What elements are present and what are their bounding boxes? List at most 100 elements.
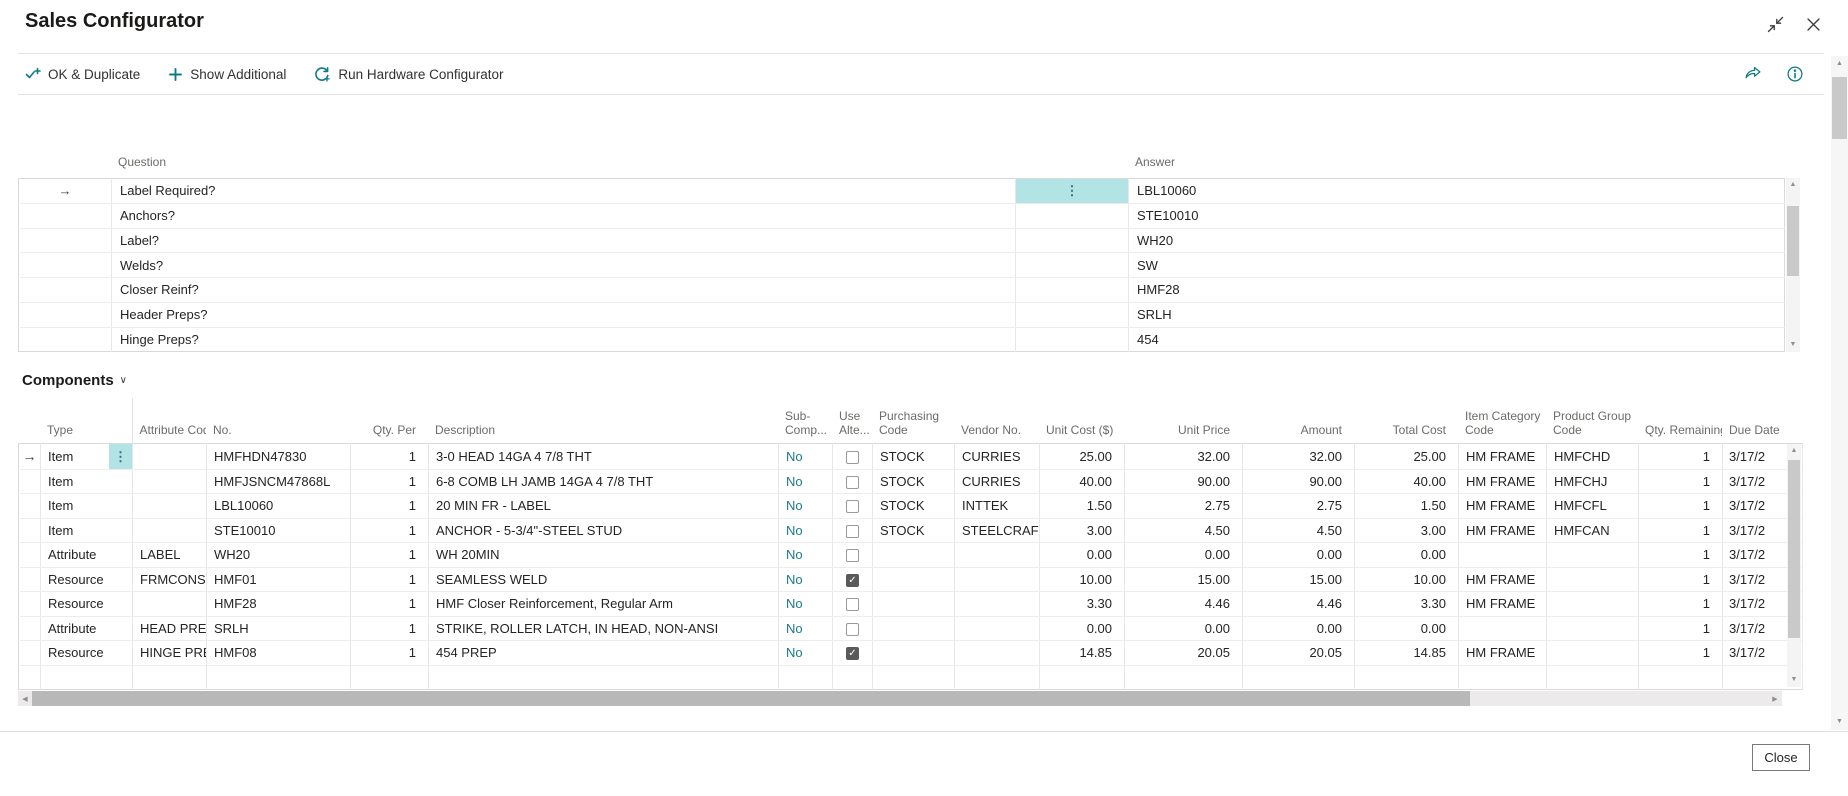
description-cell[interactable]: SEAMLESS WELD	[429, 567, 779, 592]
qty-per-cell[interactable]: 1	[351, 641, 429, 666]
unit-cost-cell[interactable]: 10.00	[1040, 567, 1125, 592]
row-menu-cell[interactable]	[1016, 228, 1129, 253]
question-cell[interactable]: Label?	[112, 228, 1016, 253]
vendor-no-cell[interactable]: INTTEK	[955, 494, 1040, 519]
scroll-up-icon[interactable]: ▲	[1786, 178, 1800, 192]
question-column-header[interactable]: Question	[118, 155, 166, 169]
page-scrollbar[interactable]: ▲ ▼	[1831, 56, 1848, 730]
unit-cost-cell[interactable]: 14.85	[1040, 641, 1125, 666]
row-selector-cell[interactable]	[19, 543, 41, 568]
close-icon[interactable]	[1804, 15, 1822, 33]
row-selector-cell[interactable]	[19, 203, 112, 228]
sub-components-cell[interactable]: No	[779, 469, 833, 494]
col-header-description[interactable]: Description	[428, 398, 778, 443]
purchasing-code-cell[interactable]	[873, 616, 955, 641]
col-header-vendor-no[interactable]: Vendor No.	[954, 398, 1039, 443]
sub-components-cell[interactable]: No	[779, 616, 833, 641]
type-cell[interactable]: Item⋮	[41, 444, 133, 470]
type-cell[interactable]: Resource	[41, 567, 133, 592]
total-cost-cell[interactable]: 0.00	[1355, 543, 1459, 568]
scroll-up-icon[interactable]: ▲	[1787, 444, 1801, 458]
answer-cell[interactable]: LBL10060	[1129, 179, 1785, 204]
col-header-attribute-code[interactable]: Attribute Code	[132, 398, 206, 443]
unit-cost-cell[interactable]: 3.00	[1040, 518, 1125, 543]
amount-cell[interactable]: 15.00	[1243, 567, 1355, 592]
collapse-icon[interactable]	[1766, 15, 1784, 33]
close-button[interactable]: Close	[1752, 744, 1810, 771]
use-alternative-checkbox[interactable]	[846, 476, 859, 489]
amount-cell[interactable]: 0.00	[1243, 543, 1355, 568]
unit-cost-cell[interactable]	[1040, 665, 1125, 690]
vendor-no-cell[interactable]: CURRIES	[955, 469, 1040, 494]
use-alternative-checkbox[interactable]	[846, 623, 859, 636]
question-cell[interactable]: Closer Reinf?	[112, 278, 1016, 303]
item-category-cell[interactable]	[1459, 543, 1547, 568]
question-cell[interactable]: Anchors?	[112, 203, 1016, 228]
row-selector-cell[interactable]	[19, 592, 41, 617]
unit-price-cell[interactable]: 0.00	[1125, 616, 1243, 641]
answer-column-header[interactable]: Answer	[1135, 155, 1175, 169]
question-cell[interactable]: Welds?	[112, 253, 1016, 278]
answer-cell[interactable]: 454	[1129, 327, 1785, 352]
qty-remaining-cell[interactable]: 1	[1639, 592, 1723, 617]
vendor-no-cell[interactable]: STEELCRAFT	[955, 518, 1040, 543]
qty-remaining-cell[interactable]: 1	[1639, 518, 1723, 543]
row-menu-cell[interactable]	[1016, 203, 1129, 228]
col-header-qty-remaining[interactable]: Qty. Remaining	[1638, 398, 1722, 443]
no-cell[interactable]: WH20	[207, 543, 351, 568]
use-alternative-checkbox[interactable]: ✓	[846, 574, 859, 587]
info-icon[interactable]	[1786, 65, 1804, 83]
unit-price-cell[interactable]: 90.00	[1125, 469, 1243, 494]
question-cell[interactable]: Header Preps?	[112, 302, 1016, 327]
use-alternative-checkbox[interactable]	[846, 451, 859, 464]
use-alternative-checkbox[interactable]	[846, 525, 859, 538]
col-header-no[interactable]: No.	[206, 398, 350, 443]
use-alternative-checkbox[interactable]	[846, 500, 859, 513]
item-category-cell[interactable]: HM FRAME	[1459, 469, 1547, 494]
total-cost-cell[interactable]: 10.00	[1355, 567, 1459, 592]
no-cell[interactable]: HMF28	[207, 592, 351, 617]
type-cell[interactable]: Attribute	[41, 543, 133, 568]
use-alternative-checkbox[interactable]	[846, 549, 859, 562]
row-selector-cell[interactable]	[19, 253, 112, 278]
use-alternative-cell[interactable]	[833, 469, 873, 494]
sub-components-cell[interactable]: No	[779, 567, 833, 592]
qty-remaining-cell[interactable]: 1	[1639, 444, 1723, 470]
purchasing-code-cell[interactable]: STOCK	[873, 518, 955, 543]
sub-components-cell[interactable]: No	[779, 518, 833, 543]
attribute-code-cell[interactable]	[133, 469, 207, 494]
no-cell[interactable]: HMF01	[207, 567, 351, 592]
type-cell[interactable]: Item	[41, 494, 133, 519]
col-header-amount[interactable]: Amount	[1242, 398, 1354, 443]
row-menu-cell[interactable]	[1016, 302, 1129, 327]
row-menu-cell[interactable]	[1016, 327, 1129, 352]
unit-cost-cell[interactable]: 3.30	[1040, 592, 1125, 617]
question-cell[interactable]: Label Required?	[112, 179, 1016, 204]
description-cell[interactable]: 6-8 COMB LH JAMB 14GA 4 7/8 THT	[429, 469, 779, 494]
item-category-cell[interactable]: HM FRAME	[1459, 592, 1547, 617]
qty-per-cell[interactable]: 1	[351, 469, 429, 494]
ok-and-duplicate-button[interactable]: OK & Duplicate	[25, 66, 140, 82]
scroll-down-icon[interactable]: ▼	[1787, 673, 1801, 687]
qty-remaining-cell[interactable]: 1	[1639, 494, 1723, 519]
amount-cell[interactable]: 2.75	[1243, 494, 1355, 519]
col-header-qty-per[interactable]: Qty. Per	[350, 398, 428, 443]
unit-cost-cell[interactable]: 25.00	[1040, 444, 1125, 470]
purchasing-code-cell[interactable]	[873, 543, 955, 568]
qty-per-cell[interactable]: 1	[351, 616, 429, 641]
item-category-cell[interactable]: HM FRAME	[1459, 641, 1547, 666]
no-cell[interactable]	[207, 665, 351, 690]
description-cell[interactable]: 454 PREP	[429, 641, 779, 666]
product-group-cell[interactable]: HMFCHD	[1547, 444, 1639, 470]
use-alternative-cell[interactable]	[833, 494, 873, 519]
total-cost-cell[interactable]: 3.00	[1355, 518, 1459, 543]
col-header-unit-price[interactable]: Unit Price	[1124, 398, 1242, 443]
vendor-no-cell[interactable]	[955, 641, 1040, 666]
sub-components-cell[interactable]: No	[779, 592, 833, 617]
answer-cell[interactable]: SW	[1129, 253, 1785, 278]
purchasing-code-cell[interactable]	[873, 592, 955, 617]
answer-cell[interactable]: HMF28	[1129, 278, 1785, 303]
unit-cost-cell[interactable]: 1.50	[1040, 494, 1125, 519]
vendor-no-cell[interactable]	[955, 616, 1040, 641]
use-alternative-checkbox[interactable]: ✓	[846, 647, 859, 660]
